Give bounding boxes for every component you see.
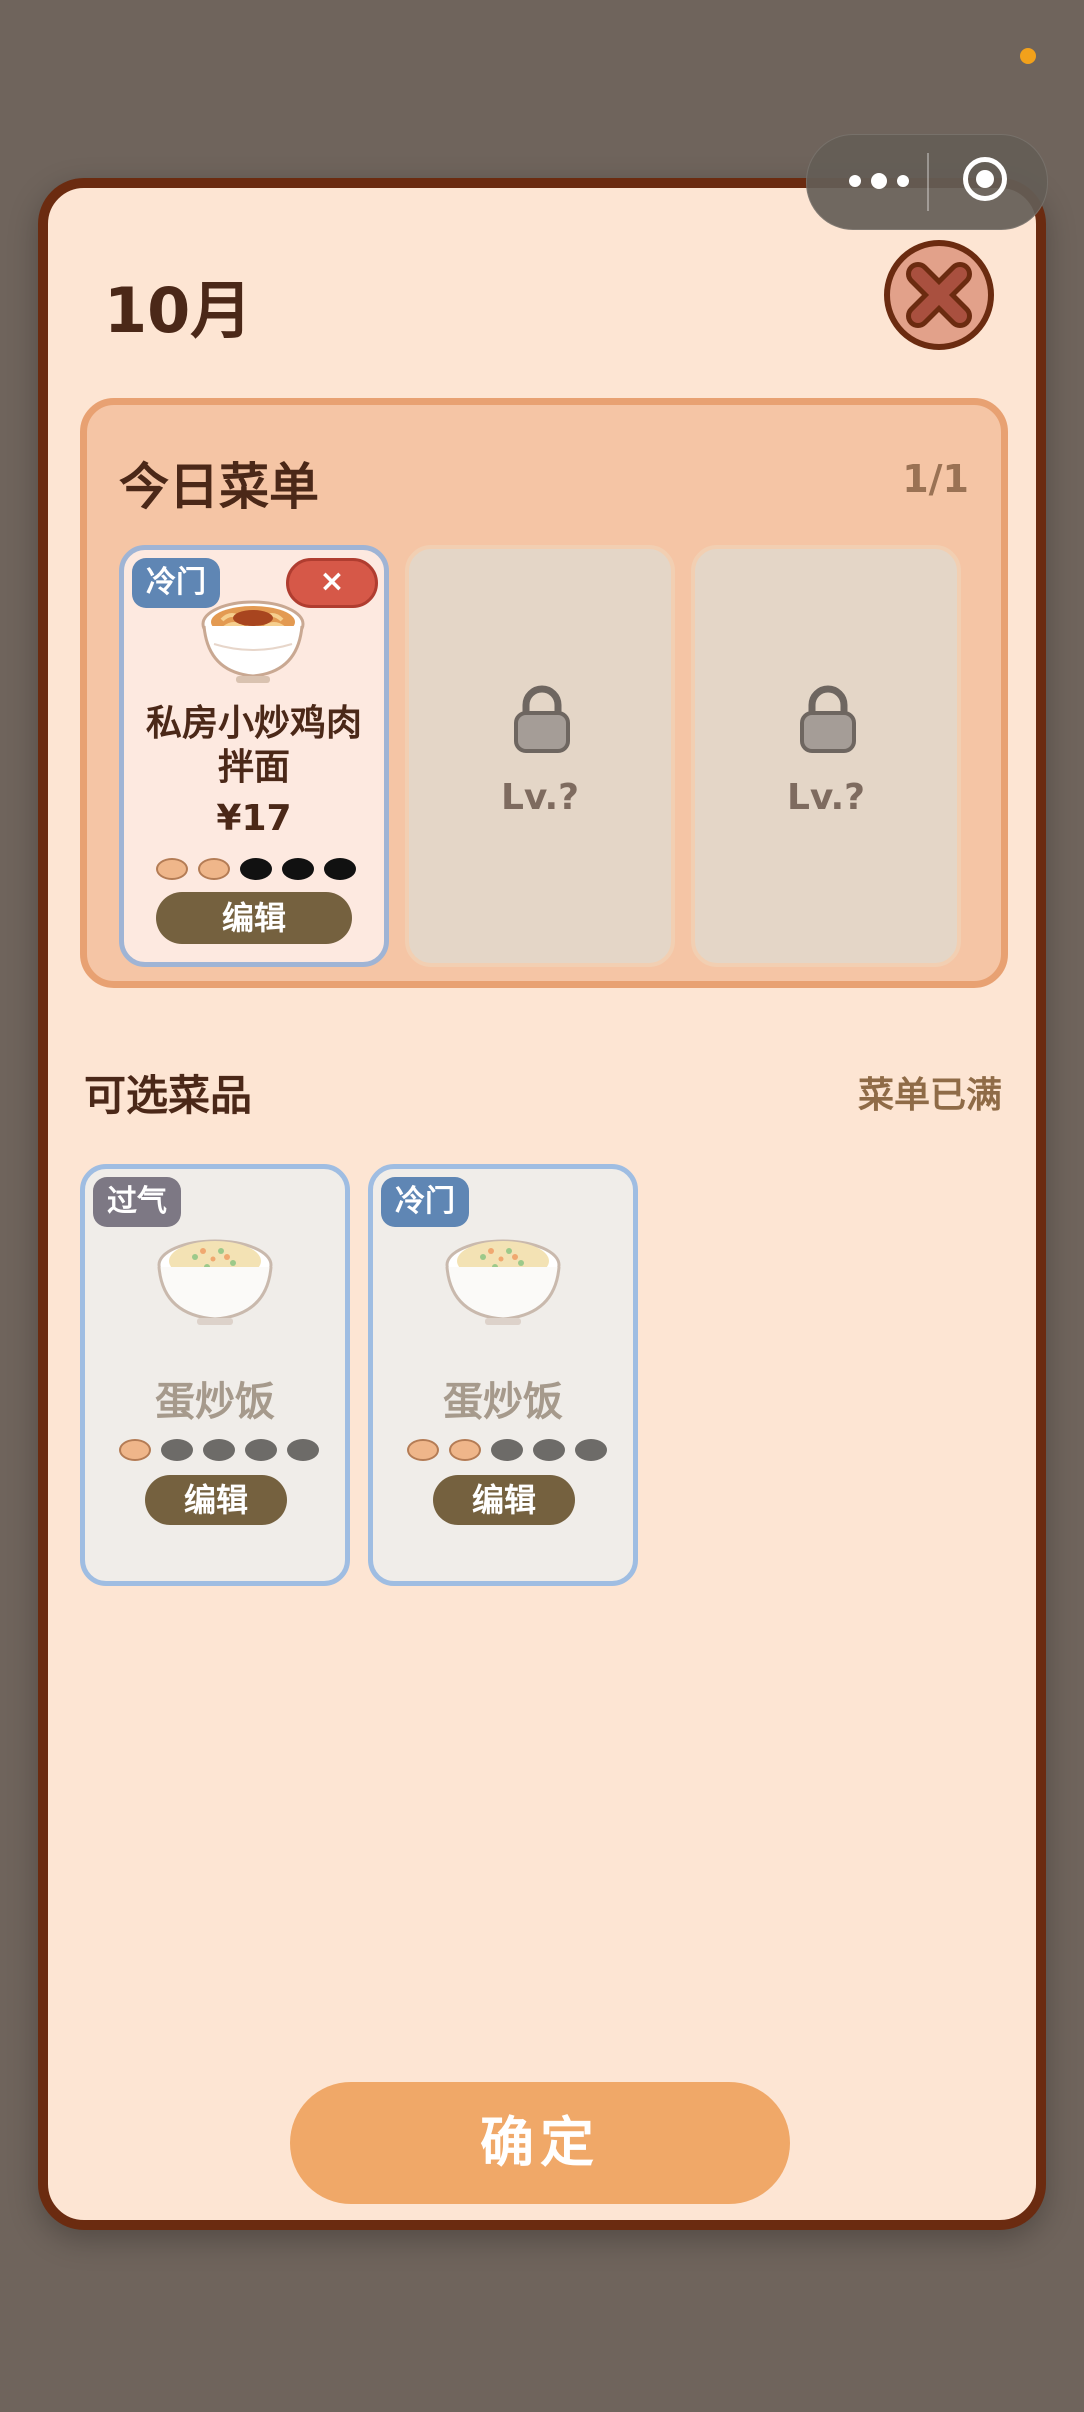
edit-button[interactable]: 编辑 (156, 892, 352, 944)
rating-bean-empty (282, 858, 314, 880)
fried-rice-bowl-icon (445, 1239, 561, 1325)
locked-slot: Lv.? (405, 545, 675, 967)
lock-icon (800, 685, 856, 753)
today-menu-title: 今日菜单 (119, 458, 319, 516)
dish-tag: 冷门 (381, 1177, 469, 1227)
capsule-divider (927, 153, 929, 211)
dish-tag: 过气 (93, 1177, 181, 1227)
noodle-bowl-icon (201, 600, 305, 683)
locked-slot: Lv.? (691, 545, 961, 967)
rating-bean-empty (324, 858, 356, 880)
today-menu-count: 1/1 (902, 457, 969, 501)
dish-name: 蛋炒饭 (155, 1379, 275, 1425)
page-title: 10月 (104, 274, 253, 347)
close-button[interactable] (884, 240, 994, 350)
menu-full-status: 菜单已满 (857, 1075, 1002, 1116)
locked-slot-label: Lv.? (500, 777, 580, 818)
edit-button[interactable]: 编辑 (433, 1475, 575, 1525)
today-dish-card[interactable]: 冷门 × 私房小炒鸡肉拌面 ¥17 编辑 (119, 545, 389, 967)
fried-rice-bowl-icon (157, 1239, 273, 1325)
locked-slot-label: Lv.? (786, 777, 866, 818)
rating-bean-empty (203, 1439, 235, 1461)
rating-bean-filled (198, 858, 230, 880)
rating-bean-empty (575, 1439, 607, 1461)
dish-name: 蛋炒饭 (443, 1379, 563, 1425)
edit-button[interactable]: 编辑 (145, 1475, 287, 1525)
popularity-rating (407, 1439, 607, 1461)
rating-bean-filled (449, 1439, 481, 1461)
rating-bean-empty (161, 1439, 193, 1461)
available-dishes-title: 可选菜品 (84, 1071, 253, 1120)
dish-name: 私房小炒鸡肉拌面 (145, 703, 362, 788)
rating-bean-filled (156, 858, 188, 880)
mini-program-capsule (806, 134, 1048, 230)
close-icon (906, 262, 972, 328)
dish-price: ¥17 (216, 798, 292, 839)
rating-bean-empty (287, 1439, 319, 1461)
rating-bean-empty (245, 1439, 277, 1461)
confirm-button[interactable]: 确定 (290, 2082, 790, 2204)
rating-bean-empty (240, 858, 272, 880)
available-dish-card[interactable]: 过气 蛋炒饭 编辑 (80, 1164, 350, 1586)
popularity-rating (156, 858, 356, 880)
lock-icon (514, 685, 570, 753)
rating-bean-filled (119, 1439, 151, 1461)
more-menu-icon[interactable] (843, 161, 923, 201)
available-dish-card[interactable]: 冷门 蛋炒饭 编辑 (368, 1164, 638, 1586)
rating-bean-empty (491, 1439, 523, 1461)
popularity-rating (119, 1439, 319, 1461)
rating-bean-empty (533, 1439, 565, 1461)
today-menu-panel: 今日菜单 1/1 冷门 × 私房小炒鸡肉拌面 ¥17 编辑 Lv.? Lv.? (80, 398, 1008, 988)
rating-bean-filled (407, 1439, 439, 1461)
menu-dialog: 10月 今日菜单 1/1 冷门 × 私房小炒鸡肉拌面 ¥17 编辑 Lv.? L… (38, 178, 1046, 2230)
exit-mini-program-icon[interactable] (963, 157, 1007, 201)
status-indicator-dot (1020, 48, 1036, 64)
